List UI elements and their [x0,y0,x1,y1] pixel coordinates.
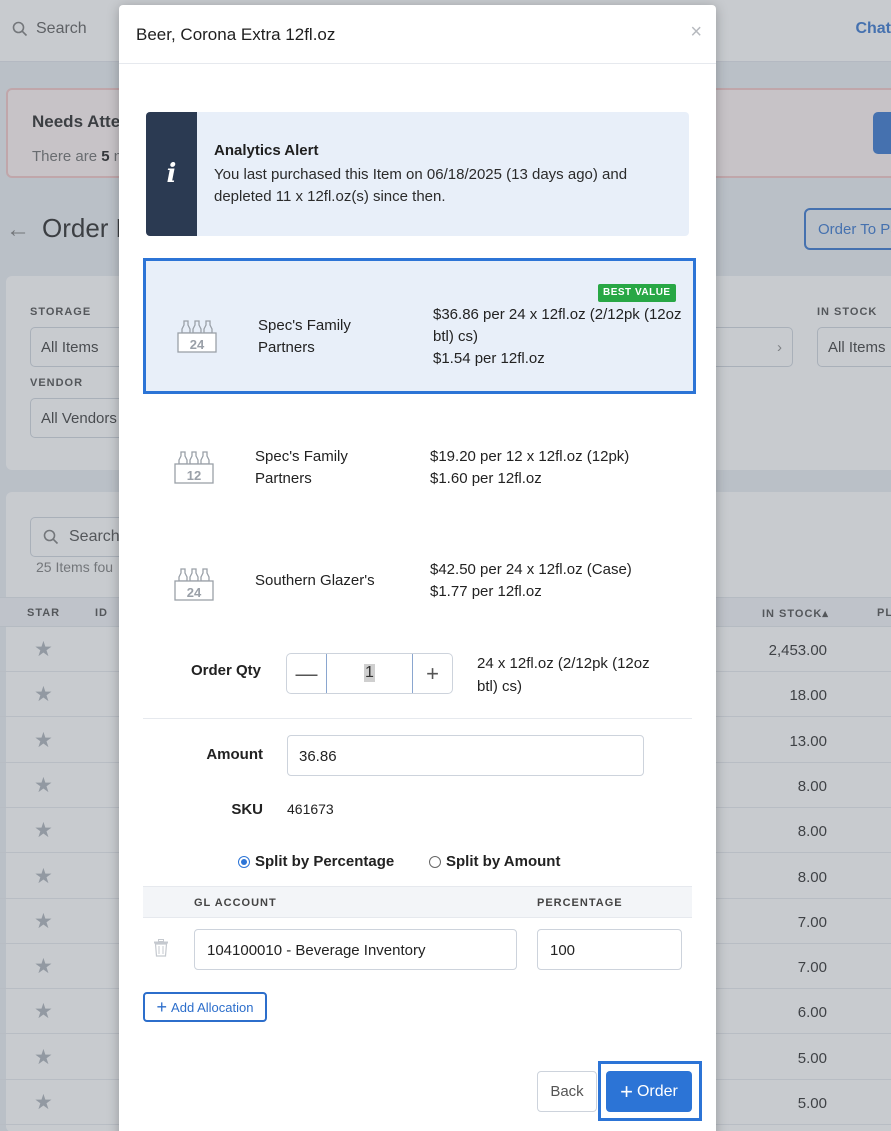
option-vendor-name: Spec's Family Partners [255,448,348,487]
order-qty-label: Order Qty [191,662,262,679]
vendor-option-3[interactable]: 24 Southern Glazer's $42.50 per 24 x 12f… [143,515,696,651]
decrement-button[interactable]: — [287,654,326,693]
add-allocation-label: Add Allocation [171,999,254,1015]
back-button[interactable]: Back [537,1071,597,1112]
radio-checked-icon [238,855,250,868]
order-button-label: Order [636,1082,678,1100]
amount-label: Amount [206,746,263,763]
option-price: $36.86 per 24 x 12fl.oz (2/12pk (12oz bt… [433,306,682,367]
modal-header: Beer, Corona Extra 12fl.oz × [119,5,716,64]
quantity-input[interactable]: 1 [326,654,413,693]
case-pack-count: 24 [186,585,202,600]
info-icon: i [166,159,177,189]
radio-unchecked-icon [429,855,441,868]
order-qty-unit: 24 x 12fl.oz (2/12pk (12oz btl) cs) [477,655,650,695]
col-gl-account: GL ACCOUNT [194,897,277,909]
trash-icon[interactable] [153,939,169,957]
split-by-amount-label: Split by Amount [446,853,561,870]
amount-input[interactable]: 36.86 [287,735,644,776]
option-vendor-name: Southern Glazer's [255,572,375,589]
alert-icon-column: i [146,112,197,236]
split-by-amount-radio[interactable]: Split by Amount [429,853,560,870]
gl-account-input[interactable]: 104100010 - Beverage Inventory [194,929,517,970]
percentage-input[interactable]: 100 [537,929,682,970]
case-pack-count: 24 [189,337,205,352]
sku-label: SKU [231,801,263,818]
split-by-percentage-radio[interactable]: Split by Percentage [238,853,394,870]
order-button[interactable]: + Order [606,1071,692,1112]
best-value-badge: BEST VALUE [598,284,676,302]
modal-title: Beer, Corona Extra 12fl.oz [136,25,336,44]
alert-text: You last purchased this Item on 06/18/20… [214,166,628,205]
plus-icon: + [620,1078,633,1104]
order-item-modal: Beer, Corona Extra 12fl.oz × i Analytics… [119,5,716,1131]
alert-title: Analytics Alert [214,142,319,159]
increment-button[interactable]: + [413,654,452,693]
close-icon[interactable]: × [690,21,702,44]
plus-icon: + [156,997,168,1017]
split-by-percentage-label: Split by Percentage [255,853,395,870]
sku-value: 461673 [287,801,334,817]
add-allocation-button[interactable]: + Add Allocation [143,992,267,1022]
case-pack-count: 12 [186,468,202,483]
vendor-option-1[interactable]: 24 Spec's Family Partners $36.86 per 24 … [143,258,696,394]
option-price: $42.50 per 24 x 12fl.oz (Case) $1.77 per… [430,561,632,600]
option-vendor-name: Spec's Family Partners [258,317,351,356]
analytics-alert: i Analytics Alert You last purchased thi… [146,112,689,236]
vendor-option-2[interactable]: 12 Spec's Family Partners $19.20 per 12 … [143,398,696,534]
quantity-stepper: — 1 + [286,653,453,694]
col-percentage: PERCENTAGE [537,897,623,909]
divider [143,718,692,719]
gl-allocation-header: GL ACCOUNT PERCENTAGE [143,886,692,918]
option-price: $19.20 per 12 x 12fl.oz (12pk) $1.60 per… [430,448,630,487]
